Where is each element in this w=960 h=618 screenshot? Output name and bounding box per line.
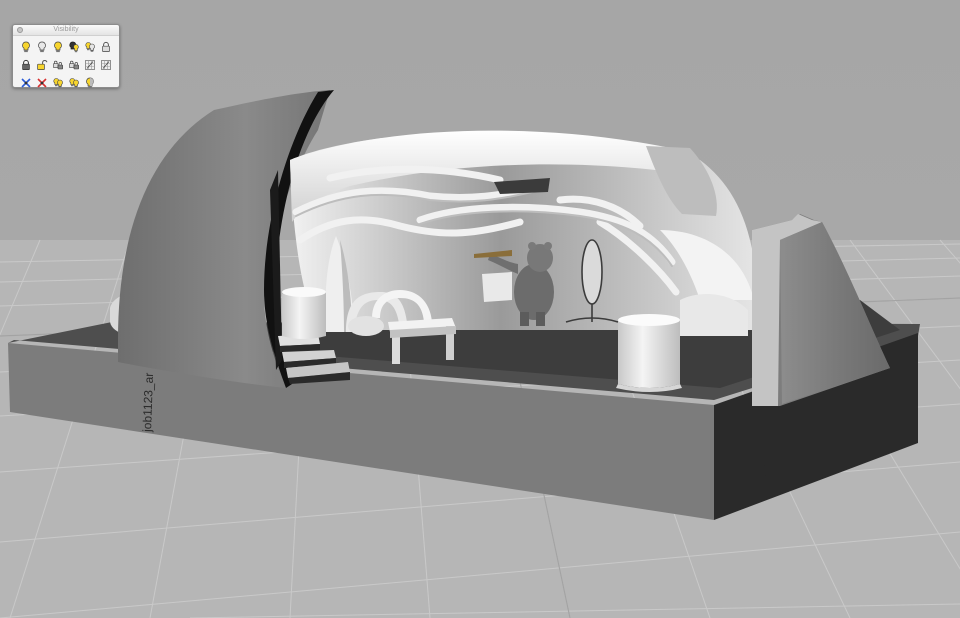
hide-in-detail-icon — [100, 59, 112, 71]
hide-points-icon — [20, 77, 32, 89]
lock-unselected-icon — [68, 59, 80, 71]
unlock-icon — [20, 59, 32, 71]
show-button[interactable] — [18, 39, 34, 55]
show-in-detail-button[interactable] — [82, 57, 98, 73]
base-label-side: hedd... — [760, 456, 772, 484]
hide-points-button[interactable] — [18, 75, 34, 91]
visibility-tool-grid — [13, 36, 119, 91]
hide-curves-icon — [36, 77, 48, 89]
hide-unselected-button[interactable] — [82, 39, 98, 55]
swap-hidden-icon — [68, 41, 80, 53]
interior-room — [290, 130, 759, 364]
base-label-front: job1123_ar — [140, 372, 156, 433]
unlock-selected-icon — [36, 59, 48, 71]
swap-hidden-button[interactable] — [66, 39, 82, 55]
hide-objects-icon — [84, 77, 96, 89]
lock-icon — [100, 41, 112, 53]
scene-render: job1123_ar hedd... — [0, 90, 960, 618]
hide-unselected-icon — [84, 41, 96, 53]
hide-curves-button[interactable] — [34, 75, 50, 91]
show-icon — [20, 41, 32, 53]
hide-button[interactable] — [34, 39, 50, 55]
hide-icon — [36, 41, 48, 53]
hide-objects-button[interactable] — [82, 75, 98, 91]
show-selected-icon — [52, 41, 64, 53]
lock-swap-button[interactable] — [50, 57, 66, 73]
show-all-bulbs-icon — [52, 77, 64, 89]
unlock-selected-button[interactable] — [34, 57, 50, 73]
lock-unselected-button[interactable] — [66, 57, 82, 73]
show-in-detail-icon — [84, 59, 96, 71]
visibility-title: Visibility — [53, 26, 79, 33]
lock-button[interactable] — [98, 39, 114, 55]
visibility-titlebar[interactable]: Visibility — [13, 25, 119, 36]
lock-swap-icon — [52, 59, 64, 71]
perspective-viewport[interactable]: job1123_ar hedd... Visibility — [0, 0, 960, 618]
show-all-bulbs-button[interactable] — [50, 75, 66, 91]
close-button[interactable] — [17, 27, 23, 33]
hide-in-detail-button[interactable] — [98, 57, 114, 73]
unlock-button[interactable] — [18, 57, 34, 73]
show-objects-icon — [68, 77, 80, 89]
visibility-panel: Visibility — [12, 24, 120, 91]
show-objects-button[interactable] — [66, 75, 82, 91]
show-selected-button[interactable] — [50, 39, 66, 55]
